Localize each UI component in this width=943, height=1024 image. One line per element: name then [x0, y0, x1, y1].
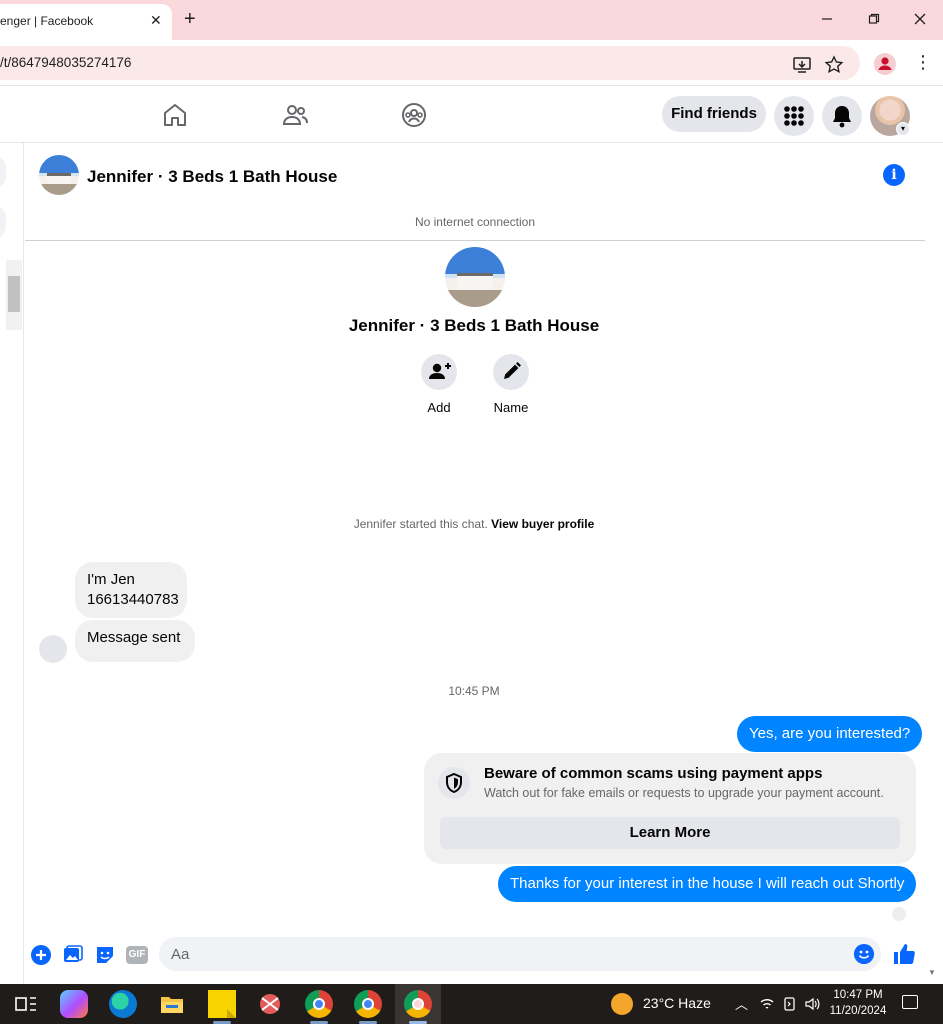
- edge-browser-icon[interactable]: [109, 990, 137, 1018]
- thumbs-up-icon[interactable]: [892, 942, 916, 966]
- show-hidden-icons-icon[interactable]: ︿: [735, 994, 748, 1013]
- weather-haze-icon[interactable]: [611, 993, 633, 1015]
- add-person-icon: [429, 363, 451, 379]
- name-action-label: Name: [493, 400, 529, 415]
- gif-icon[interactable]: GIF: [126, 946, 148, 964]
- new-tab-button[interactable]: +: [184, 8, 196, 31]
- copilot-icon[interactable]: [60, 990, 88, 1018]
- volume-icon[interactable]: [804, 996, 820, 1012]
- chat-started-notice: Jennifer started this chat. View buyer p…: [24, 517, 924, 531]
- menu-button[interactable]: [774, 96, 814, 136]
- conversation-avatar[interactable]: [39, 155, 79, 195]
- url-text[interactable]: /t/8647948035274176: [0, 55, 131, 70]
- info-icon[interactable]: i: [883, 164, 905, 186]
- emoji-icon[interactable]: [854, 944, 874, 964]
- name-action-button[interactable]: [493, 354, 529, 390]
- pencil-icon: [504, 362, 521, 379]
- incoming-message[interactable]: Message sent: [75, 620, 195, 662]
- groups-icon[interactable]: [400, 101, 428, 129]
- system-clock[interactable]: 10:47 PM 11/20/2024: [826, 987, 890, 1019]
- home-icon[interactable]: [161, 101, 189, 129]
- chat-list-item[interactable]: [0, 155, 6, 189]
- message-line: 16613440783: [87, 591, 179, 608]
- install-app-icon[interactable]: [792, 55, 812, 75]
- battery-icon[interactable]: [782, 996, 798, 1012]
- notifications-button[interactable]: [822, 96, 862, 136]
- name-action[interactable]: Name: [476, 354, 546, 415]
- add-circle-icon[interactable]: [30, 944, 52, 966]
- profile-avatar[interactable]: [445, 247, 505, 307]
- message-input[interactable]: [159, 937, 881, 971]
- weather-text[interactable]: 23°C Haze: [643, 995, 711, 1011]
- outgoing-message[interactable]: Yes, are you interested?: [737, 716, 923, 752]
- scam-warning-title: Beware of common scams using payment app…: [484, 765, 823, 782]
- learn-more-button[interactable]: Learn More: [440, 817, 900, 849]
- clock-date: 11/20/2024: [829, 1005, 887, 1017]
- address-bar-row: /t/8647948035274176: [0, 40, 943, 86]
- message-timestamp: 10:45 PM: [448, 684, 500, 698]
- sticky-notes-icon[interactable]: [208, 990, 236, 1018]
- profile-name: Jennifer · 3 Beds 1 Bath House: [348, 316, 600, 335]
- bookmark-star-icon[interactable]: [824, 55, 844, 75]
- chrome-profile-c-icon[interactable]: [404, 990, 432, 1018]
- message-line: I'm Jen: [87, 571, 135, 588]
- minimize-button[interactable]: [812, 8, 842, 32]
- browser-menu-icon[interactable]: ⋮: [914, 52, 932, 73]
- tab-close-icon[interactable]: ✕: [150, 12, 162, 29]
- snipping-tool-icon[interactable]: [256, 990, 284, 1018]
- add-action-label: Add: [427, 400, 451, 415]
- windows-taskbar: 23°C Haze ︿ 10:47 PM 11/20/2024: [0, 984, 943, 1024]
- view-buyer-profile-link[interactable]: View buyer profile: [491, 517, 594, 531]
- shield-icon: [438, 767, 470, 799]
- chrome-profile-a-icon[interactable]: [305, 990, 333, 1018]
- scam-warning-card: Beware of common scams using payment app…: [424, 753, 916, 864]
- grid-menu-icon: [784, 106, 804, 126]
- facebook-top-bar: Find friends ▾: [0, 87, 943, 143]
- notification-center-icon[interactable]: [902, 995, 918, 1009]
- conversation-title[interactable]: Jennifer · 3 Beds 1 Bath House: [87, 167, 337, 187]
- find-friends-button[interactable]: Find friends: [662, 96, 766, 132]
- clock-time: 10:47 PM: [833, 989, 883, 1001]
- wifi-icon[interactable]: [759, 996, 775, 1012]
- file-explorer-icon[interactable]: [158, 990, 186, 1018]
- message-line: Message sent: [87, 629, 181, 646]
- friends-icon[interactable]: [281, 101, 309, 129]
- browser-tab-strip: enger | Facebook ✕ +: [0, 0, 943, 40]
- chat-list-item[interactable]: [0, 205, 6, 239]
- add-action[interactable]: Add: [404, 354, 474, 415]
- add-action-button[interactable]: [421, 354, 457, 390]
- connection-status: No internet connection: [414, 215, 536, 229]
- sticker-icon[interactable]: [94, 944, 116, 966]
- chevron-down-icon[interactable]: ▾: [896, 122, 910, 136]
- restore-button[interactable]: [859, 8, 889, 32]
- chat-started-text: Jennifer started this chat.: [353, 517, 488, 531]
- tab-title: enger | Facebook: [0, 14, 94, 28]
- task-view-icon[interactable]: [12, 990, 40, 1018]
- incoming-message[interactable]: I'm Jen 16613440783: [75, 562, 187, 618]
- scam-warning-subtitle: Watch out for fake emails or requests to…: [484, 786, 884, 800]
- scroll-down-arrow-icon[interactable]: ▼: [928, 968, 936, 977]
- photo-icon[interactable]: [62, 944, 84, 966]
- bell-icon: [833, 106, 851, 128]
- read-receipt-icon: [892, 907, 906, 921]
- conversation-header: Jennifer · 3 Beds 1 Bath House i No inte…: [25, 143, 925, 241]
- browser-tab[interactable]: enger | Facebook ✕: [0, 4, 172, 40]
- chrome-profile-b-icon[interactable]: [354, 990, 382, 1018]
- outgoing-message[interactable]: Thanks for your interest in the house I …: [498, 866, 917, 902]
- scrollbar-thumb[interactable]: [8, 276, 20, 312]
- close-window-button[interactable]: [905, 8, 935, 32]
- address-bar[interactable]: /t/8647948035274176: [0, 46, 860, 80]
- browser-profile-icon[interactable]: [874, 53, 896, 75]
- sender-avatar[interactable]: [39, 635, 67, 663]
